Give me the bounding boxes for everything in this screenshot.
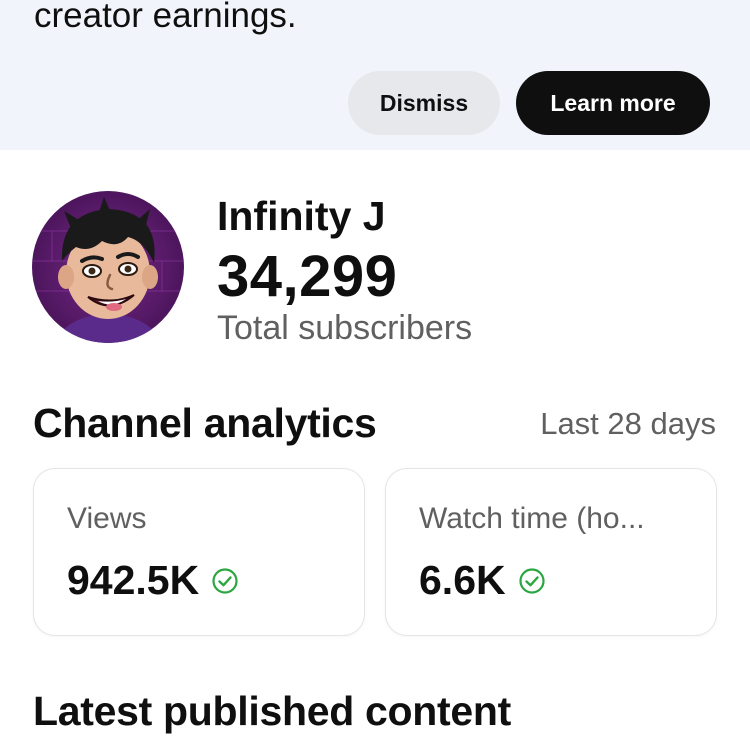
check-circle-icon [212, 567, 238, 594]
watch-time-label: Watch time (ho... [419, 502, 645, 535]
avatar[interactable] [32, 191, 184, 343]
watch-time-value: 6.6K [419, 557, 506, 603]
views-label: Views [67, 502, 147, 535]
subscriber-count: 34,299 [217, 244, 398, 309]
check-circle-icon [519, 567, 545, 594]
dismiss-button[interactable]: Dismiss [348, 71, 500, 135]
learn-more-button[interactable]: Learn more [516, 71, 710, 135]
banner-text: creator earnings. [34, 0, 297, 35]
latest-content-title: Latest published content [33, 688, 511, 734]
watch-time-card[interactable]: Watch time (ho... 6.6K [385, 468, 717, 636]
views-card[interactable]: Views 942.5K [33, 468, 365, 636]
subscriber-label: Total subscribers [217, 309, 473, 347]
promo-banner: creator earnings. Dismiss Learn more [0, 0, 750, 150]
channel-name: Infinity J [217, 193, 386, 239]
avatar-image [32, 191, 184, 343]
views-value: 942.5K [67, 557, 200, 603]
period-selector[interactable]: Last 28 days [540, 406, 716, 442]
analytics-title: Channel analytics [33, 400, 377, 446]
